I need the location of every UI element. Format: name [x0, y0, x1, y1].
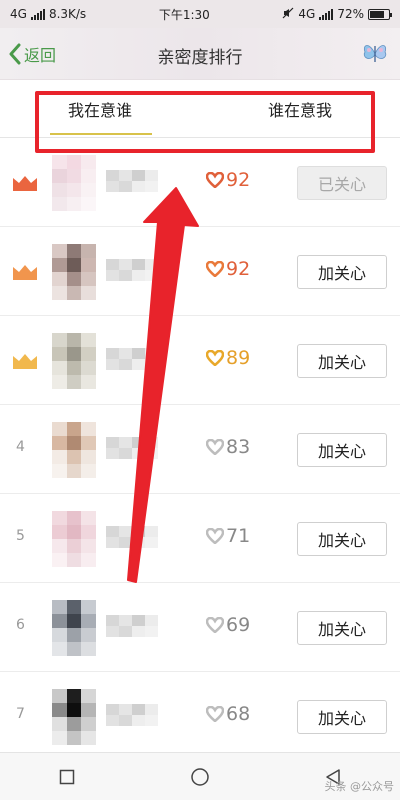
score-value: 68: [226, 703, 251, 725]
score-value: 92: [226, 258, 251, 280]
blurred-username: [106, 170, 158, 192]
ranking-row: 92 已关心: [0, 138, 400, 227]
follow-button[interactable]: 加关心: [297, 611, 387, 645]
avatar[interactable]: [52, 600, 96, 656]
heart-icon: [206, 439, 224, 455]
rank-number: 4: [16, 439, 25, 455]
intimacy-score: 89: [206, 347, 250, 369]
intimacy-ranking-list: 92 已关心 92 加关心 89 加关心 4 83 加关心 5 71 加关心 6 69 加关心 7 68 加关心: [0, 138, 400, 761]
score-value: 69: [226, 614, 251, 636]
follow-button[interactable]: 加关心: [297, 700, 387, 734]
battery-icon: [368, 8, 392, 20]
blurred-username: [106, 437, 158, 459]
rank-number: 7: [16, 706, 25, 722]
follow-button[interactable]: 加关心: [297, 522, 387, 556]
signal-icon-right: [319, 8, 334, 20]
blurred-username: [106, 704, 158, 726]
active-tab-indicator: [50, 133, 152, 135]
heart-icon: [206, 350, 224, 366]
ranking-row: 4 83 加关心: [0, 405, 400, 494]
crown-icon: [13, 354, 37, 369]
recents-button[interactable]: [47, 757, 87, 797]
ranking-row: 89 加关心: [0, 316, 400, 405]
heart-icon: [206, 528, 224, 544]
avatar[interactable]: [52, 155, 96, 211]
rank-number: 6: [16, 617, 25, 633]
intimacy-score: 83: [206, 436, 250, 458]
ranking-row: 5 71 加关心: [0, 494, 400, 583]
ranking-row: 7 68 加关心: [0, 672, 400, 761]
system-nav-bar: 头条 @公众号: [0, 752, 400, 800]
follow-button[interactable]: 加关心: [297, 255, 387, 289]
blurred-username: [106, 348, 158, 370]
watermark: 头条 @公众号: [324, 780, 395, 793]
follow-button[interactable]: 加关心: [297, 344, 387, 378]
network-type-right: 4G: [298, 7, 316, 21]
crown-icon: [13, 265, 37, 280]
avatar[interactable]: [52, 422, 96, 478]
intimacy-score: 92: [206, 258, 250, 280]
circle-icon: [191, 767, 209, 786]
ranking-row: 92 加关心: [0, 227, 400, 316]
avatar[interactable]: [52, 244, 96, 300]
rank-number: 5: [16, 528, 25, 544]
heart-icon: [206, 617, 224, 633]
square-icon: [59, 769, 74, 784]
avatar[interactable]: [52, 689, 96, 745]
blurred-username: [106, 259, 158, 281]
tab-care-about-me[interactable]: 谁在意我: [248, 80, 352, 138]
blurred-username: [106, 526, 158, 548]
intimacy-score: 68: [206, 703, 250, 725]
header: 返回 亲密度排行: [0, 28, 400, 80]
intimacy-score: 92: [206, 169, 250, 191]
heart-icon: [206, 261, 224, 277]
signal-icon: [30, 8, 45, 20]
mute-icon: [282, 7, 294, 22]
clock: 下午1:30: [158, 7, 210, 22]
butterfly-icon[interactable]: [360, 38, 390, 68]
intimacy-score: 69: [206, 614, 250, 636]
ranking-row: 6 69 加关心: [0, 583, 400, 672]
intimacy-score: 71: [206, 525, 250, 547]
status-bar: 4G 8.3K/s 下午1:30 4G 72%: [0, 0, 400, 28]
crown-icon: [13, 176, 37, 191]
follow-button[interactable]: 加关心: [297, 433, 387, 467]
heart-icon: [206, 172, 224, 188]
score-value: 92: [226, 169, 251, 191]
network-speed: 8.3K/s: [48, 7, 87, 21]
home-button[interactable]: [180, 757, 220, 797]
network-type-left: 4G: [10, 7, 27, 21]
tab-bar: 我在意谁 谁在意我: [0, 80, 400, 138]
heart-icon: [206, 706, 224, 722]
score-value: 89: [226, 347, 251, 369]
followed-button[interactable]: 已关心: [297, 166, 387, 200]
tab-i-care-about[interactable]: 我在意谁: [48, 80, 152, 138]
avatar[interactable]: [52, 333, 96, 389]
score-value: 71: [226, 525, 251, 547]
battery-percent: 72%: [337, 7, 364, 21]
blurred-username: [106, 615, 158, 637]
score-value: 83: [226, 436, 251, 458]
avatar[interactable]: [52, 511, 96, 567]
page-title: 亲密度排行: [157, 48, 243, 68]
